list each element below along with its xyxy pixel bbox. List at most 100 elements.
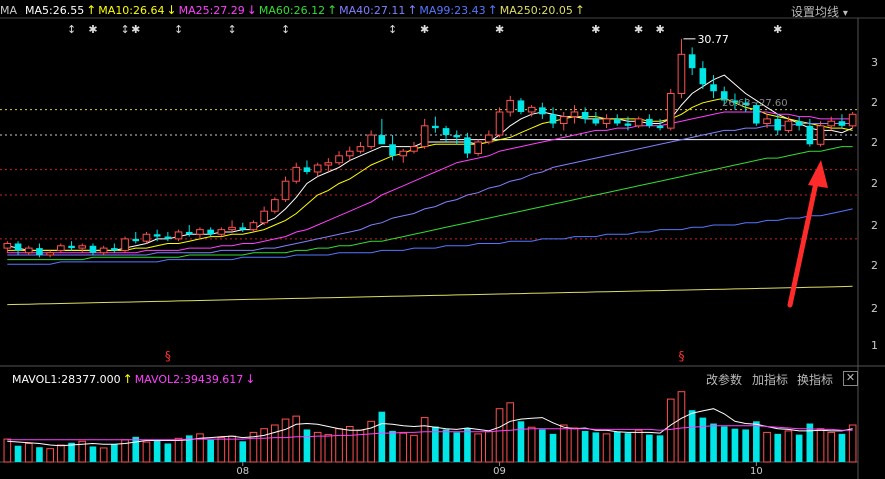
trend-arrow-icon: ↑	[327, 3, 338, 17]
volume-bar-up	[3, 438, 12, 463]
y-tick-label: 3	[871, 56, 878, 69]
volume-bar-down	[549, 433, 557, 462]
candle-body-up	[271, 199, 279, 212]
close-icon[interactable]: ✕	[843, 371, 858, 386]
volume-bar-up	[602, 433, 611, 463]
legend-item: MA5:26.55	[25, 3, 85, 17]
volume-bar-up	[24, 443, 33, 463]
y-tick-label: 2	[871, 96, 878, 109]
volume-bar-up	[506, 402, 515, 463]
candle-body-down	[624, 123, 632, 126]
volume-bar-up	[335, 428, 343, 463]
legend-item: MA99:23.43	[419, 3, 486, 17]
volume-bar-up	[57, 444, 65, 463]
volume-bar-up	[292, 415, 301, 463]
candle-body-up	[99, 247, 108, 254]
price-ma-legend: MA MA5:26.55 ↑ MA10:26.64 ↓ MA25:27.29 ↓ MA60:…	[0, 0, 587, 20]
y-tick-label: 2	[871, 136, 878, 149]
volume-bar-down	[389, 430, 396, 462]
candle-body-up	[24, 247, 33, 254]
volume-bar-down	[753, 421, 760, 462]
volume-bar-down	[710, 423, 717, 462]
volume-bar-down	[378, 411, 386, 462]
chevron-down-icon: ▾	[842, 8, 848, 19]
volume-bar-down	[207, 439, 214, 462]
volume-bar-up	[474, 433, 482, 463]
candle-body-down	[613, 118, 621, 124]
candle-body-down	[699, 68, 707, 85]
candle-body-up	[420, 125, 429, 148]
candle-body-down	[303, 167, 311, 172]
x-tick-label: 08	[236, 466, 249, 477]
volume-bar-up	[527, 426, 536, 463]
volume-bar-up	[99, 447, 108, 463]
high-price-label: 30.77	[697, 33, 729, 46]
settings-ma-button[interactable]: 设置均线 ▾	[791, 3, 848, 20]
volume-bar-down	[838, 433, 846, 462]
candle-body-up	[142, 233, 151, 242]
trend-arrow-icon: ↑	[574, 3, 585, 17]
star-marker-icon: ✱	[655, 23, 664, 36]
volume-bar-down	[795, 434, 803, 462]
candle-body-down	[442, 128, 450, 136]
volume-bar-down	[132, 436, 140, 462]
volume-bar-down	[613, 431, 621, 462]
volume-bar-down	[239, 441, 247, 462]
legend-item: MA25:27.29	[178, 3, 245, 17]
red-arrow-head-icon	[808, 160, 828, 188]
volume-bar-up	[281, 418, 290, 463]
volume-bar-up	[142, 441, 151, 463]
candle-body-up	[527, 106, 536, 113]
candle-body-up	[46, 252, 54, 256]
candle-body-up	[763, 118, 771, 125]
legend-item: MAVOL1:28377.000	[12, 372, 121, 386]
candle-body-down	[68, 245, 75, 249]
switch-indicator-button[interactable]: 换指标	[797, 371, 833, 388]
volume-bar-down	[742, 429, 749, 462]
candle-body-up	[57, 245, 65, 251]
candle-body-down	[688, 54, 696, 69]
candle-body-down	[464, 137, 471, 154]
volume-bar-down	[581, 430, 589, 462]
candle-body-up	[3, 242, 12, 249]
arrows-marker-icon: ↕	[120, 23, 129, 36]
volume-bar-down	[303, 429, 311, 462]
arrows-marker-icon: ↕	[174, 23, 183, 36]
candle-body-down	[774, 118, 782, 131]
candle-body-down	[432, 125, 439, 129]
ma-line-ma99	[7, 208, 853, 265]
trend-arrow-icon: ↓	[166, 3, 177, 17]
candle-body-up	[399, 150, 408, 157]
volume-bar-up	[324, 434, 333, 463]
star-marker-icon: ✱	[420, 23, 429, 36]
candle-body-up	[367, 134, 375, 148]
candle-body-up	[634, 118, 643, 127]
candle-body-up	[410, 146, 418, 152]
candle-body-up	[602, 118, 611, 125]
chart-annotations: 30.7726.63~27.60§ §↕ ✱ ↕ ✱ ↕ ↕ ↕ ↕ ✱ ✱ ✱ ✱ ✱ ✱	[67, 23, 828, 363]
volume-bar-up	[763, 431, 771, 463]
trend-arrow-icon: ↑	[407, 3, 418, 17]
candle-body-down	[795, 121, 803, 126]
candle-body-down	[710, 84, 717, 92]
candle-body-down	[517, 100, 525, 112]
volume-bar-up	[260, 428, 268, 463]
candle-body-up	[559, 116, 568, 125]
volume-bar-up	[666, 398, 675, 463]
candle-body-up	[485, 134, 493, 143]
candle-body-up	[666, 93, 675, 129]
candle-body-down	[164, 236, 172, 239]
legend-item: MA250:20.05	[499, 3, 573, 17]
candle-body-up	[78, 245, 87, 249]
change-params-button[interactable]: 改参数	[706, 371, 742, 388]
volume-bar-down	[153, 440, 161, 462]
star-marker-icon: ✱	[773, 23, 782, 36]
volume-bar-up	[174, 437, 183, 463]
volume-bar-up	[495, 408, 504, 463]
add-indicator-button[interactable]: 加指标	[752, 371, 788, 388]
volume-bar-down	[164, 443, 172, 462]
volume-bar-down	[731, 428, 739, 462]
price-range-label: 26.63~27.60	[722, 98, 788, 109]
candlestick-chart[interactable]: 3222222108 09 10 30.7726.63~27.60§ §↕ ✱ ↕ ✱ ↕ ↕ ↕…	[0, 0, 885, 479]
volume-ma-legend: MAVOL1:28377.000 ↑ MAVOL2:39439.617 ↓	[12, 369, 257, 389]
